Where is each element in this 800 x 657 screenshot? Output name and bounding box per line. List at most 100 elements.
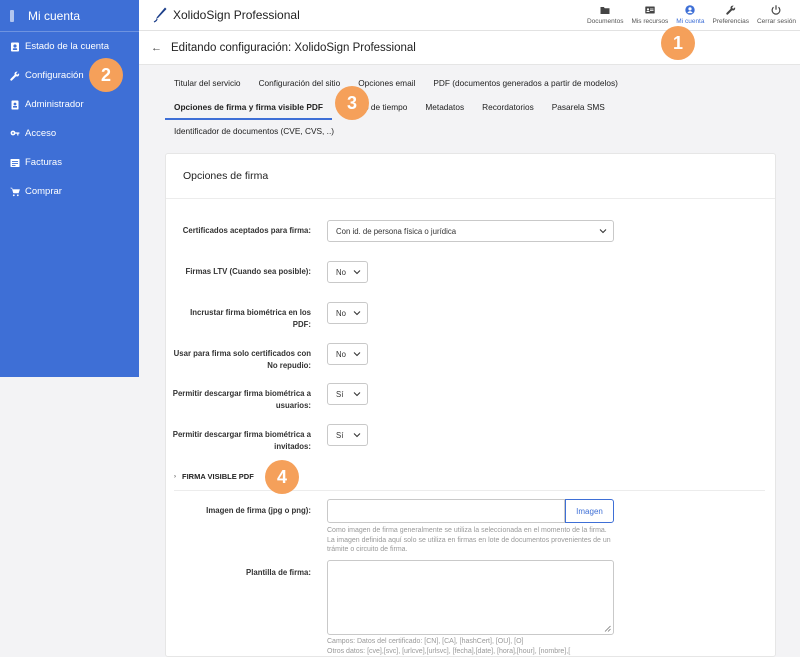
field-label: Incrustar firma biométrica en los PDF: bbox=[190, 308, 311, 329]
tab-metadatos[interactable]: Metadatos bbox=[416, 97, 473, 117]
tab-titular-servicio[interactable]: Titular del servicio bbox=[165, 73, 250, 93]
field-label: Imagen de firma (jpg o png): bbox=[206, 506, 311, 515]
descargar-invitados-select[interactable]: Sí bbox=[327, 424, 368, 446]
sidebar-logo-icon bbox=[10, 9, 14, 22]
section-firma-visible-toggle[interactable]: › FIRMA VISIBLE PDF bbox=[174, 472, 254, 481]
sidebar-header: Mi cuenta bbox=[0, 0, 139, 32]
admin-icon bbox=[10, 100, 20, 110]
field-label: Permitir descargar firma biométrica a us… bbox=[172, 389, 311, 410]
field-descargar-invitados: Permitir descargar firma biométrica a in… bbox=[166, 424, 777, 451]
select-value: No bbox=[336, 349, 346, 359]
tab-pasarela-sms[interactable]: Pasarela SMS bbox=[543, 97, 614, 117]
user-badge-icon bbox=[10, 42, 20, 52]
tab-row-3: Identificador de documentos (CVE, CVS, .… bbox=[165, 121, 785, 141]
nav-label: Cerrar sesión bbox=[756, 18, 796, 25]
chevron-down-icon bbox=[353, 270, 361, 275]
resize-grip-icon[interactable] bbox=[604, 625, 611, 632]
account-icon bbox=[685, 5, 696, 15]
section-divider bbox=[174, 490, 765, 491]
nav-preferencias[interactable]: Preferencias bbox=[712, 3, 749, 25]
select-value: Sí bbox=[336, 389, 344, 399]
firmas-ltv-select[interactable]: No bbox=[327, 261, 368, 283]
sidebar-title: Mi cuenta bbox=[28, 8, 81, 23]
chevron-down-icon bbox=[353, 311, 361, 316]
chevron-down-icon bbox=[353, 433, 361, 438]
invoice-icon bbox=[10, 158, 20, 168]
sidebar-item-facturas[interactable]: Facturas bbox=[0, 148, 139, 177]
nav-label: Documentos bbox=[586, 18, 624, 25]
chevron-down-icon bbox=[599, 229, 607, 234]
sidebar-item-label: Acceso bbox=[25, 128, 57, 139]
id-card-icon bbox=[645, 6, 655, 14]
nav-mis-recursos[interactable]: Mis recursos bbox=[631, 3, 668, 25]
step-badge-1: 1 bbox=[661, 26, 695, 60]
nav-label: Preferencias bbox=[712, 18, 749, 25]
nav-mi-cuenta[interactable]: Mi cuenta bbox=[676, 3, 704, 25]
field-no-repudio: Usar para firma solo certificados con No… bbox=[166, 343, 777, 370]
field-incrustar-biometrica: Incrustar firma biométrica en los PDF: N… bbox=[166, 302, 777, 329]
field-plantilla-firma: Plantilla de firma: bbox=[166, 560, 777, 635]
imagen-firma-help: Como imagen de firma generalmente se uti… bbox=[327, 527, 611, 554]
field-label: Firmas LTV (Cuando sea posible): bbox=[185, 267, 312, 276]
nav-cerrar-sesion[interactable]: Cerrar sesión bbox=[757, 3, 796, 25]
select-value: Con id. de persona física o jurídica bbox=[336, 226, 457, 236]
sidebar-item-label: Facturas bbox=[25, 157, 62, 168]
imagen-firma-group: Imagen bbox=[327, 499, 614, 523]
incrustar-biometrica-select[interactable]: No bbox=[327, 302, 368, 324]
card-title: Opciones de firma bbox=[166, 154, 775, 199]
plantilla-help-campos: Campos: Datos del certificado: [CN], [CA… bbox=[327, 638, 524, 645]
sidebar-item-label: Comprar bbox=[25, 186, 62, 197]
tab-opciones-firma[interactable]: Opciones de firma y firma visible PDF bbox=[165, 97, 332, 120]
pen-logo-icon bbox=[153, 7, 167, 23]
brand[interactable]: XolidoSign Professional bbox=[153, 7, 300, 23]
select-value: No bbox=[336, 267, 346, 277]
sidebar: Mi cuenta Estado de la cuenta Configurac… bbox=[0, 0, 139, 377]
tab-row-2: Opciones de firma y firma visible PDF Se… bbox=[165, 97, 785, 120]
tab-pdf-modelos[interactable]: PDF (documentos generados a partir de mo… bbox=[424, 73, 626, 93]
sidebar-item-administrador[interactable]: Administrador bbox=[0, 90, 139, 119]
field-descargar-usuarios: Permitir descargar firma biométrica a us… bbox=[166, 383, 777, 410]
app-name: XolidoSign Professional bbox=[173, 8, 300, 22]
folder-icon bbox=[600, 7, 610, 14]
sidebar-item-label: Administrador bbox=[25, 99, 84, 110]
section-title: FIRMA VISIBLE PDF bbox=[182, 472, 254, 481]
key-icon bbox=[10, 129, 20, 139]
tab-identificador-documentos[interactable]: Identificador de documentos (CVE, CVS, .… bbox=[165, 121, 343, 141]
sidebar-item-label: Estado de la cuenta bbox=[25, 41, 109, 52]
caret-right-icon: › bbox=[174, 473, 176, 480]
step-badge-4: 4 bbox=[265, 460, 299, 494]
sidebar-item-estado[interactable]: Estado de la cuenta bbox=[0, 32, 139, 61]
tab-configuracion-sitio[interactable]: Configuración del sitio bbox=[250, 73, 350, 93]
config-tabs: Titular del servicio Configuración del s… bbox=[165, 73, 785, 145]
certificados-select[interactable]: Con id. de persona física o jurídica bbox=[327, 220, 614, 242]
imagen-button[interactable]: Imagen bbox=[565, 499, 614, 523]
page-title-bar: ← Editando configuración: XolidoSign Pro… bbox=[139, 31, 800, 65]
imagen-firma-input[interactable] bbox=[327, 499, 565, 523]
descargar-usuarios-select[interactable]: Sí bbox=[327, 383, 368, 405]
nav-label: Mi cuenta bbox=[676, 18, 705, 25]
wrench-icon bbox=[10, 71, 20, 81]
nav-label: Mis recursos bbox=[631, 18, 669, 25]
field-label: Certificados aceptados para firma: bbox=[182, 226, 311, 235]
cart-icon bbox=[10, 187, 20, 197]
select-value: No bbox=[336, 308, 346, 318]
chevron-down-icon bbox=[353, 392, 361, 397]
sidebar-item-comprar[interactable]: Comprar bbox=[0, 177, 139, 206]
plantilla-firma-textarea[interactable] bbox=[327, 560, 614, 635]
signature-options-card: Opciones de firma Certificados aceptados… bbox=[165, 153, 776, 657]
field-certificados: Certificados aceptados para firma: Con i… bbox=[166, 220, 777, 242]
field-firmas-ltv: Firmas LTV (Cuando sea posible): No bbox=[166, 261, 777, 283]
nav-documentos[interactable]: Documentos bbox=[586, 3, 624, 25]
plantilla-help-otros: Otros datos: [cve],[svc], [urlcve],[urls… bbox=[327, 648, 571, 655]
topbar: XolidoSign Professional Documentos Mis r… bbox=[139, 0, 800, 31]
tab-recordatorios[interactable]: Recordatorios bbox=[473, 97, 543, 117]
step-badge-2: 2 bbox=[89, 58, 123, 92]
step-badge-3: 3 bbox=[335, 86, 369, 120]
no-repudio-select[interactable]: No bbox=[327, 343, 368, 365]
field-label: Plantilla de firma: bbox=[246, 568, 311, 577]
sidebar-item-acceso[interactable]: Acceso bbox=[0, 119, 139, 148]
field-label: Permitir descargar firma biométrica a in… bbox=[172, 430, 311, 451]
back-arrow-icon[interactable]: ← bbox=[151, 42, 162, 54]
tab-row-1: Titular del servicio Configuración del s… bbox=[165, 73, 785, 93]
page-title: Editando configuración: XolidoSign Profe… bbox=[171, 41, 416, 54]
